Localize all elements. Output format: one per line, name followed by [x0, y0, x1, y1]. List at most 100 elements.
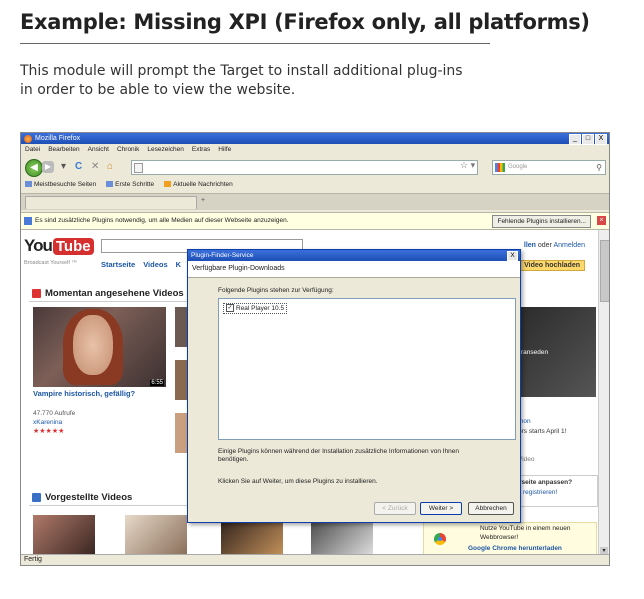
- thumb-face: [73, 315, 113, 375]
- forward-button[interactable]: ▶: [42, 161, 54, 173]
- plugin-notice-text: Es sind zusätzliche Plugins notwendig, u…: [35, 217, 289, 224]
- chrome-promo-line1: Nutze YouTube in einem neuen: [480, 525, 571, 532]
- firefox-icon: [24, 135, 32, 143]
- tab-youtube[interactable]: [25, 196, 197, 209]
- scrollbar-thumb[interactable]: [600, 240, 609, 302]
- dialog-titlebar: Plugin-Finder-Service X: [188, 250, 520, 261]
- right-thumb-label: ranseden: [521, 349, 549, 356]
- plugin-item-realplayer[interactable]: ✓ Real Player 10.5: [223, 303, 288, 314]
- menu-lesezeichen[interactable]: Lesezeichen: [147, 144, 184, 155]
- chrome-promo: Nutze YouTube in einem neuen Webbrowser!…: [423, 522, 597, 555]
- intro-line-2: in order to be able to view the website.: [20, 82, 296, 98]
- plugin-name: Real Player 10.5: [236, 305, 285, 312]
- section-icon: [32, 289, 41, 298]
- account-or-text: oder: [537, 242, 552, 249]
- plugin-notification-bar: Es sind zusätzliche Plugins notwendig, u…: [21, 212, 609, 230]
- menu-bearbeiten[interactable]: Bearbeiten: [48, 144, 79, 155]
- featured-thumbnail[interactable]: [125, 515, 187, 555]
- intro-text: This module will prompt the Target to in…: [20, 62, 500, 100]
- customize-box: rseite anpassen? r registrieren!: [516, 475, 598, 507]
- youtube-logo[interactable]: You Tube: [24, 236, 94, 256]
- menu-extras[interactable]: Extras: [192, 144, 210, 155]
- youtube-account-links: llen oder Anmelden: [524, 242, 585, 249]
- right-text: ors starts April 1!: [518, 428, 567, 435]
- search-box[interactable]: Google ⚲: [492, 160, 606, 175]
- youtube-tagline: Broadcast Yourself ™: [24, 260, 77, 266]
- bookmark-news[interactable]: Aktuelle Nachrichten: [164, 179, 233, 190]
- video-duration: 6:55: [150, 380, 164, 386]
- currently-watched-header: Momentan angesehene Videos: [29, 286, 191, 302]
- page-title: Example: Missing XPI (Firefox only, all …: [20, 10, 590, 34]
- video-rating: ★★★★★: [33, 428, 65, 435]
- video-views: 47.770 Aufrufe: [33, 410, 76, 417]
- featured-video-thumbnail[interactable]: 6:55: [33, 307, 166, 387]
- dialog-header: Verfügbare Plugin-Downloads: [188, 261, 520, 278]
- search-icon[interactable]: ⚲: [596, 161, 602, 174]
- install-missing-plugins-button[interactable]: Fehlende Plugins installieren...: [492, 215, 591, 228]
- window-title: Mozilla Firefox: [35, 135, 81, 142]
- bookmark-icon: [106, 181, 114, 188]
- window-titlebar: Mozilla Firefox _ □ X: [21, 133, 609, 145]
- dialog-close-button[interactable]: X: [507, 251, 518, 261]
- page-icon: [134, 163, 143, 173]
- side-thumbnail[interactable]: [175, 360, 187, 400]
- status-bar: Fertig: [21, 554, 609, 565]
- nav-videos[interactable]: Videos: [143, 260, 167, 269]
- new-tab-icon[interactable]: +: [201, 197, 205, 204]
- navigation-toolbar: ◀ ▶ ▾ C ✕ ⌂ ☆ ▾ Google ⚲: [21, 157, 609, 177]
- youtube-nav: Startseite Videos K: [101, 260, 181, 269]
- search-placeholder: Google: [508, 164, 528, 170]
- title-rule: [20, 43, 490, 44]
- dialog-info-text: Einige Plugins können während der Instal…: [218, 448, 460, 463]
- rss-icon: [164, 181, 172, 188]
- upload-video-button[interactable]: Video hochladen: [519, 260, 585, 271]
- page-scrollbar[interactable]: ▾: [598, 230, 609, 555]
- tab-strip: +: [21, 193, 609, 210]
- cancel-button[interactable]: Abbrechen: [468, 502, 514, 515]
- dropdown-arrow-icon[interactable]: ▾: [61, 161, 66, 173]
- close-notification-icon[interactable]: ×: [597, 216, 606, 225]
- bookmark-most-visited[interactable]: Meistbesuchte Seiten: [25, 179, 96, 190]
- nav-partial[interactable]: K: [176, 260, 181, 269]
- next-button[interactable]: Weiter >: [420, 502, 462, 515]
- account-link-partial[interactable]: llen: [524, 242, 536, 249]
- home-icon[interactable]: ⌂: [107, 161, 113, 173]
- status-text: Fertig: [24, 556, 42, 563]
- url-bar[interactable]: [131, 160, 478, 175]
- bookmarks-toolbar: Meistbesuchte Seiten Erste Schritte Aktu…: [21, 179, 609, 190]
- menu-chronik[interactable]: Chronik: [117, 144, 139, 155]
- chrome-download-link[interactable]: Google Chrome herunterladen: [468, 545, 562, 552]
- video-author-link[interactable]: xKarenina: [33, 419, 62, 426]
- menu-hilfe[interactable]: Hilfe: [218, 144, 231, 155]
- plugin-checkbox[interactable]: ✓: [226, 304, 234, 313]
- video-title-link[interactable]: Vampire historisch, gefällig?: [33, 389, 135, 398]
- customize-text: rseite anpassen?: [519, 479, 573, 486]
- back-button[interactable]: < Zurück: [374, 502, 416, 515]
- menu-datei[interactable]: Datei: [25, 144, 40, 155]
- puzzle-icon: [24, 217, 32, 225]
- dialog-instruction: Klicken Sie auf Weiter, um diese Plugins…: [218, 478, 378, 485]
- section-icon: [32, 493, 41, 502]
- register-link[interactable]: r registrieren!: [519, 489, 557, 496]
- menu-ansicht[interactable]: Ansicht: [88, 144, 109, 155]
- bookmark-star-icon[interactable]: ☆ ▾: [460, 160, 475, 171]
- side-thumbnail[interactable]: [175, 413, 187, 453]
- back-button[interactable]: ◀: [25, 159, 43, 177]
- intro-line-1: This module will prompt the Target to in…: [20, 63, 463, 79]
- chrome-promo-line2: Webbrowser!: [480, 534, 519, 541]
- signin-link[interactable]: Anmelden: [553, 242, 585, 249]
- stop-icon[interactable]: ✕: [91, 161, 99, 173]
- side-thumbnail[interactable]: [175, 307, 187, 347]
- bookmark-icon: [25, 181, 32, 188]
- featured-thumbnail[interactable]: [33, 515, 95, 555]
- chrome-icon: [434, 533, 446, 545]
- plugin-list: ✓ Real Player 10.5: [218, 298, 516, 440]
- nav-startseite[interactable]: Startseite: [101, 260, 135, 269]
- reload-icon[interactable]: C: [75, 161, 82, 173]
- google-icon: [495, 163, 505, 172]
- featured-videos-header: Vorgestellte Videos: [29, 490, 191, 506]
- dialog-title: Plugin-Finder-Service: [191, 252, 254, 259]
- browser-screenshot: Mozilla Firefox _ □ X Datei Bearbeiten A…: [20, 132, 610, 566]
- bookmark-first-steps[interactable]: Erste Schritte: [106, 179, 154, 190]
- menu-bar: Datei Bearbeiten Ansicht Chronik Lesezei…: [21, 144, 609, 155]
